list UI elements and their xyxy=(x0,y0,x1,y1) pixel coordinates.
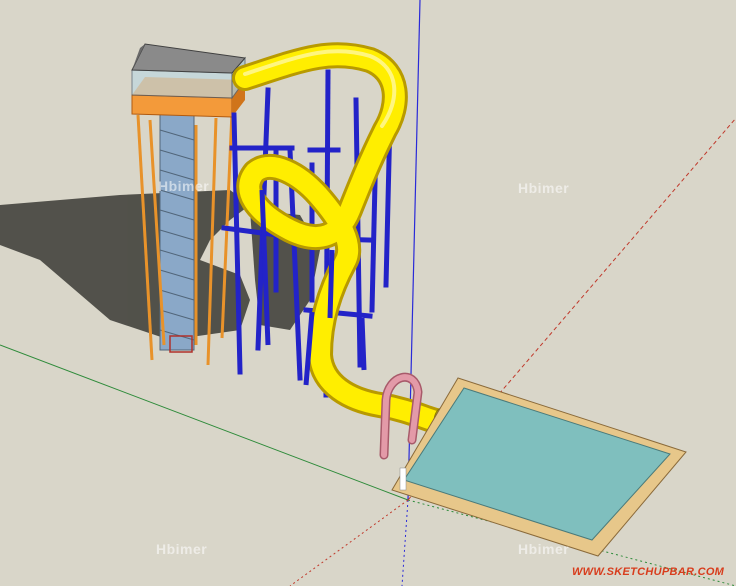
red-axis-dotted xyxy=(289,499,409,586)
splash-pool[interactable] xyxy=(391,377,687,557)
credit-url: WWW.SKETCHUPBAR.COM xyxy=(572,566,725,578)
blue-axis-dotted xyxy=(401,499,409,586)
watermark: Hbimer xyxy=(158,178,210,194)
tower-cabin[interactable] xyxy=(131,43,246,118)
sketchup-viewport[interactable]: Hbimer Hbimer Hbimer Hbimer WWW.SKETCHUP… xyxy=(0,0,736,586)
watermark: Hbimer xyxy=(518,180,570,196)
watermark: Hbimer xyxy=(518,541,570,557)
green-axis xyxy=(0,344,409,501)
axis-figure xyxy=(399,467,407,491)
spiral-stair-column[interactable] xyxy=(159,109,195,353)
watermark: Hbimer xyxy=(156,541,208,557)
tower-roof xyxy=(131,43,246,74)
model-scene[interactable] xyxy=(0,0,736,586)
